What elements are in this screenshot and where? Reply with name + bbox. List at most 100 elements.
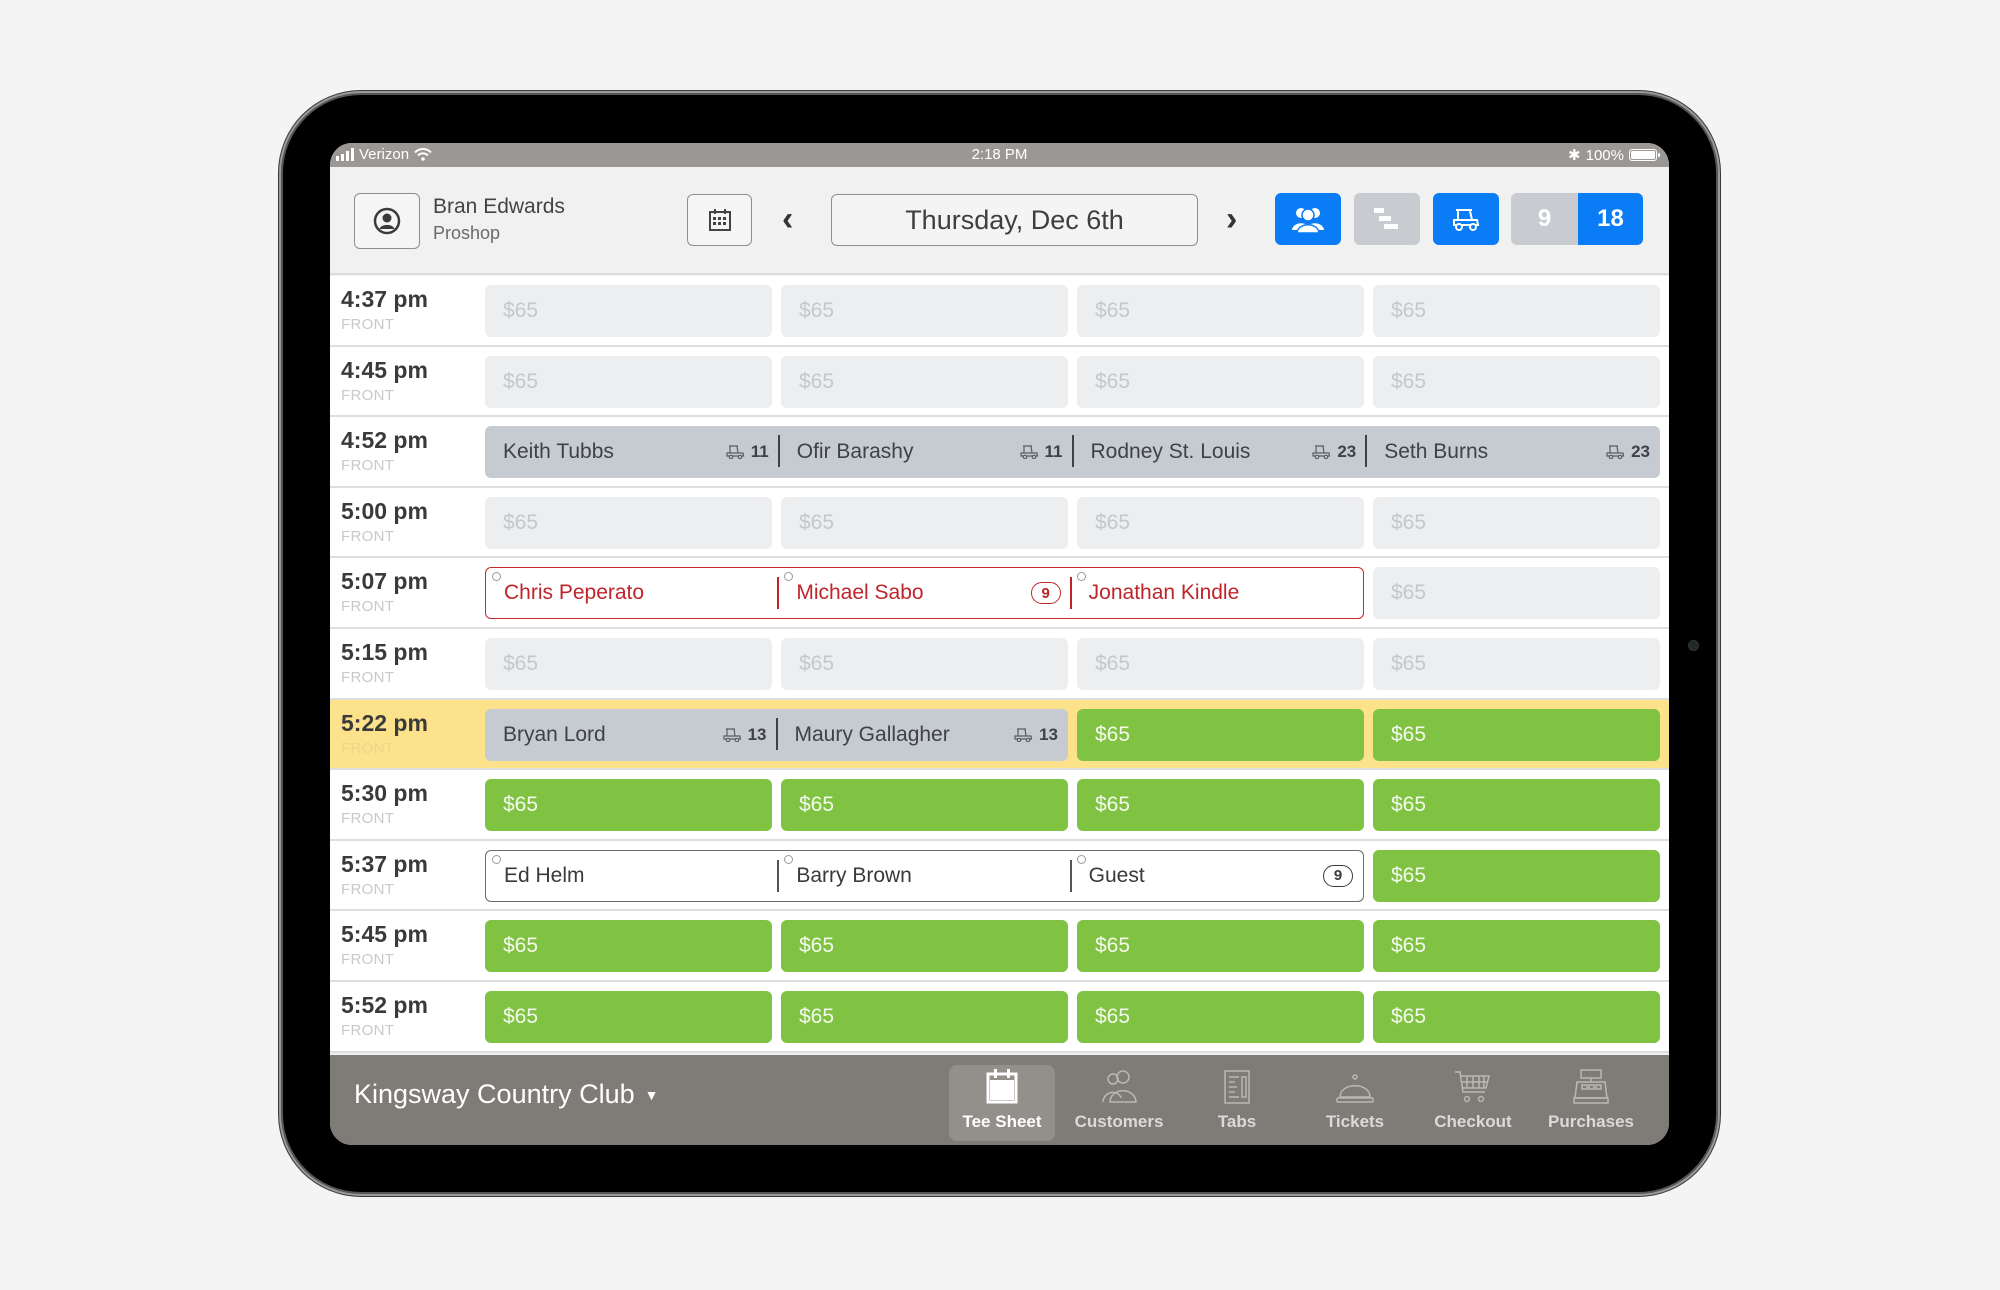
booking-group[interactable]: Ed Helm Barry Brown Guest 9 [485,849,1364,902]
available-slot[interactable]: $65 [781,990,1068,1043]
holes-18-toggle[interactable]: 18 [1578,193,1643,245]
previous-day-button[interactable]: ‹ [782,199,793,239]
player-slot[interactable]: Chris Peperato [486,568,778,618]
golf-cart-icon [1606,445,1625,460]
tee-view-toggle[interactable] [1354,193,1420,245]
user-profile-button[interactable] [354,193,420,249]
tee-time-list: 4:37 pm FRONT $65 $65 $65 $65 4:45 pm FRONT $65 $… [330,276,1669,1053]
tee-time: 5:07 pm [341,568,428,595]
slot-container: Ed Helm Barry Brown Guest 9 $65 [485,849,1660,902]
tee-time-row: 5:00 pm FRONT $65 $65 $65 $65 [330,487,1669,559]
status-bar: Verizon 2:18 PM ✱ 100% [330,143,1669,167]
available-slot[interactable]: $65 [1373,920,1660,973]
tee-time: 5:22 pm [341,709,428,736]
available-slot[interactable]: $65 [1373,779,1660,832]
booking-group[interactable]: Keith Tubbs 11 Ofir Barashy 11 Rodney St. Lo… [485,426,1660,479]
player-name: Michael Sabo [796,581,924,605]
holes-9-toggle[interactable]: 9 [1511,193,1578,245]
tab-tabs[interactable]: Tabs [1184,1065,1290,1141]
player-slot[interactable]: Guest 9 [1069,851,1363,901]
course-label: FRONT [341,1021,395,1039]
open-slot[interactable]: $65 [1373,496,1660,549]
player-slot[interactable]: Rodney St. Louis 23 [1071,426,1367,478]
player-slot[interactable]: Keith Tubbs 11 [485,426,779,478]
date-selector[interactable]: Thursday, Dec 6th [831,194,1198,246]
battery-icon [1629,149,1660,161]
open-slot[interactable]: $65 [781,637,1068,690]
available-slot[interactable]: $65 [1373,849,1660,902]
open-slot[interactable]: $65 [1077,637,1364,690]
cart-assignment: 23 [1606,442,1650,462]
tee-time: 5:52 pm [341,991,428,1018]
tab-tee-sheet[interactable]: Tee Sheet [949,1065,1055,1141]
available-slot[interactable]: $65 [1373,708,1660,761]
open-slot[interactable]: $65 [781,355,1068,408]
open-slot[interactable]: $65 [485,285,772,337]
open-slot[interactable]: $65 [1373,567,1660,620]
open-slot[interactable]: $65 [781,496,1068,549]
tee-sheet-header: Bran Edwards Proshop ‹ Thursday, Dec 6th… [330,167,1669,275]
booking-group[interactable]: Bryan Lord 13 Maury Gallagher 13 [485,708,1069,761]
club-selector[interactable]: Kingsway Country Club ▼ [354,1079,659,1110]
player-slot[interactable]: Seth Burns 23 [1365,426,1660,478]
available-slot[interactable]: $65 [485,990,772,1043]
players-view-toggle[interactable] [1275,193,1341,245]
player-slot[interactable]: Maury Gallagher 13 [775,709,1069,761]
available-slot[interactable]: $65 [1077,708,1364,761]
stagger-icon [1374,208,1398,229]
open-slot[interactable]: $65 [1077,496,1364,549]
course-label: FRONT [341,457,395,475]
slot-container: $65 $65 $65 $65 [485,355,1660,408]
course-label: FRONT [341,739,395,757]
available-slot[interactable]: $65 [1077,920,1364,973]
tee-time: 5:45 pm [341,921,428,948]
open-slot[interactable]: $65 [1077,355,1364,408]
calendar-button[interactable] [687,194,752,246]
open-slot[interactable]: $65 [781,285,1068,337]
golf-cart-icon [722,727,742,742]
golf-cart-icon [1453,209,1480,231]
open-slot[interactable]: $65 [485,355,772,408]
tab-label: Purchases [1548,1112,1634,1131]
open-slot[interactable]: $65 [485,496,772,549]
open-slot[interactable]: $65 [1077,285,1364,337]
player-slot[interactable]: Jonathan Kindle [1069,568,1363,618]
status-dot-icon [492,572,501,582]
booking-group[interactable]: Chris Peperato Michael Sabo 9 Jonathan Kind… [485,567,1364,620]
available-slot[interactable]: $65 [1373,990,1660,1043]
battery-percent: 100% [1585,146,1624,164]
available-slot[interactable]: $65 [1077,990,1364,1043]
customers-icon [1102,1070,1137,1103]
available-slot[interactable]: $65 [1077,779,1364,832]
player-slot[interactable]: Ed Helm [486,851,778,901]
available-slot[interactable]: $65 [485,920,772,973]
open-slot[interactable]: $65 [1373,355,1660,408]
available-slot[interactable]: $65 [485,779,772,832]
tee-time: 5:37 pm [341,850,428,877]
open-slot[interactable]: $65 [1373,285,1660,337]
tab-customers[interactable]: Customers [1066,1065,1172,1141]
tee-time-row: 5:30 pm FRONT $65 $65 $65 $65 [330,770,1669,841]
open-slot[interactable]: $65 [1373,637,1660,690]
group-icon [1292,208,1324,234]
tee-time: 4:52 pm [341,427,428,454]
tab-checkout[interactable]: Checkout [1420,1065,1526,1141]
tee-time: 4:37 pm [341,286,428,312]
tab-tickets[interactable]: Tickets [1302,1065,1408,1141]
player-slot[interactable]: Bryan Lord 13 [485,709,777,761]
player-slot[interactable]: Michael Sabo 9 [777,568,1070,618]
player-slot[interactable]: Ofir Barashy 11 [777,426,1073,478]
available-slot[interactable]: $65 [781,779,1068,832]
player-slot[interactable]: Barry Brown [777,851,1070,901]
tab-purchases[interactable]: Purchases [1538,1065,1644,1141]
cart-view-toggle[interactable] [1433,193,1499,245]
slot-container: $65 $65 $65 $65 [485,990,1660,1043]
open-slot[interactable]: $65 [485,637,772,690]
slot-container: Chris Peperato Michael Sabo 9 Jonathan Kind… [485,567,1660,620]
available-slot[interactable]: $65 [781,920,1068,973]
next-day-button[interactable]: › [1226,199,1237,239]
nine-holes-badge: 9 [1322,864,1353,887]
player-name: Ed Helm [504,863,585,887]
slot-container: Keith Tubbs 11 Ofir Barashy 11 Rodney St. Lo… [485,426,1660,479]
tab-label: Customers [1074,1112,1164,1131]
